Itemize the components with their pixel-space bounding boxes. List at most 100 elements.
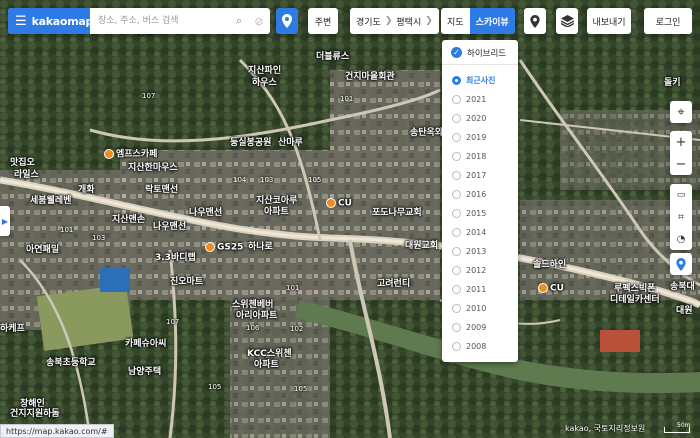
map-label[interactable]: 3.3바디랩 (155, 253, 196, 264)
map-label[interactable]: 솔드하인 (533, 260, 566, 271)
year-label: 2015 (466, 209, 487, 218)
year-option[interactable]: 2017 (442, 166, 518, 185)
search-input[interactable] (90, 8, 230, 34)
map-label[interactable]: 루펙스빅폰 (614, 284, 655, 295)
road-number: 102 (290, 325, 304, 333)
map-label[interactable]: 아파트 (254, 360, 279, 371)
map-label[interactable]: 아파트 (264, 207, 289, 218)
location-button[interactable] (524, 8, 546, 34)
map-label[interactable]: 둥실봉공원 (230, 138, 271, 149)
map-label[interactable]: 나우맨선 (189, 208, 222, 219)
hybrid-toggle[interactable]: ✓ 하이브리드 (442, 45, 518, 65)
year-option[interactable]: 2012 (442, 261, 518, 280)
map-label[interactable]: 개화 (78, 185, 95, 196)
map-label[interactable]: 포도나무교회 (372, 208, 422, 219)
map-label[interactable]: 하나로 (248, 242, 273, 253)
radius-icon[interactable]: ◔ (670, 228, 692, 250)
hamburger-icon[interactable]: ☰ (15, 15, 27, 28)
breadcrumb-city[interactable]: 평택시 (396, 15, 421, 28)
year-label: 2017 (466, 171, 487, 180)
year-label: 2019 (466, 133, 487, 142)
map-label[interactable]: 돌키 (664, 78, 681, 89)
radio-icon (452, 209, 461, 218)
map-label[interactable]: 스위첸베버 (232, 300, 273, 311)
map-label[interactable]: 맛집오 (10, 158, 35, 169)
year-option[interactable]: 2015 (442, 204, 518, 223)
year-option[interactable]: 2016 (442, 185, 518, 204)
year-option[interactable]: 2011 (442, 280, 518, 299)
tab-skyview[interactable]: 스카이뷰 (469, 8, 515, 34)
clear-icon[interactable]: ⊘ (248, 15, 270, 28)
map-label-text: 엠프스카페 (116, 149, 158, 160)
year-option[interactable]: 2008 (442, 337, 518, 356)
map-label[interactable]: 대원 (676, 306, 693, 317)
map-label[interactable]: CU (538, 283, 564, 295)
ruler-icon[interactable]: ▭ (670, 184, 692, 206)
map-label[interactable]: 지산맨손 (112, 215, 145, 226)
map-label[interactable]: 지산코아루 (256, 196, 297, 207)
nearby-button[interactable]: 주변 (308, 8, 338, 34)
map-label[interactable]: 락토맨선 (145, 185, 178, 196)
my-location-icon[interactable]: ⌖ (670, 101, 692, 123)
map-label[interactable]: 고려런티 (377, 279, 410, 290)
brand-menu[interactable]: ☰ kakaomap (8, 8, 93, 34)
radio-icon (452, 285, 461, 294)
map-label[interactable]: 지산파인 (248, 66, 281, 77)
map-label[interactable]: 송탄옥와 (410, 128, 443, 139)
map-label[interactable]: 송북대 (670, 282, 695, 293)
map-label[interactable]: 세붐웰레벤 (30, 196, 71, 207)
map-label[interactable]: CU (326, 198, 352, 210)
map-label[interactable]: 라일스 (14, 170, 39, 181)
map-label[interactable]: 카페슈아씨 (125, 339, 166, 350)
map-label[interactable]: 송북초등학교 (46, 358, 96, 369)
map-label[interactable]: 나우맨선 (153, 222, 186, 233)
pin-button[interactable] (276, 8, 298, 34)
chevron-right-icon: ▶ (1, 216, 9, 226)
map-label[interactable]: 아연패밀 (26, 245, 59, 256)
year-option[interactable]: 2019 (442, 128, 518, 147)
map-label[interactable]: GS25 (205, 242, 243, 254)
zoom-control: + − (670, 131, 692, 175)
map-label[interactable]: 아리아파트 (236, 311, 277, 322)
year-option[interactable]: 2020 (442, 109, 518, 128)
year-option[interactable]: 2014 (442, 223, 518, 242)
roadview-icon[interactable] (670, 253, 692, 275)
year-option[interactable]: 최근사진 (442, 71, 518, 90)
road-number: 105 (308, 176, 322, 184)
map-label[interactable]: 산마루 (278, 138, 303, 149)
year-option[interactable]: 2021 (442, 90, 518, 109)
year-option[interactable]: 2013 (442, 242, 518, 261)
radio-icon (452, 114, 461, 123)
map-label[interactable]: 엠프스카페 (104, 149, 157, 161)
skyview-map[interactable]: 송탄역 더블류스 지산파인 하우스 건지마을회관 둥실봉공원 산마루 송탄옥와 … (0, 0, 700, 438)
year-label: 2018 (466, 152, 487, 161)
satellite-imagery (0, 0, 700, 438)
map-label[interactable]: 남양주택 (128, 367, 161, 378)
map-label[interactable]: 하케프 (0, 324, 25, 335)
map-label[interactable]: 건지마을회관 (345, 72, 395, 83)
map-label[interactable]: 더블류스 (316, 52, 349, 63)
panel-toggle[interactable]: ▶ (0, 206, 10, 236)
map-label[interactable]: 지산한마우스 (128, 163, 178, 174)
year-option[interactable]: 2010 (442, 299, 518, 318)
plus-icon[interactable]: + (670, 131, 692, 153)
map-label[interactable]: KCC스위첸 (247, 349, 292, 360)
map-label[interactable]: 하우스 (252, 78, 277, 89)
map-label[interactable]: 디테일카센터 (610, 295, 660, 306)
map-label[interactable]: 대원교회 (405, 241, 438, 252)
layers-button[interactable] (556, 8, 578, 34)
search-icon[interactable]: ⌕ (230, 14, 248, 28)
check-icon: ✓ (451, 47, 462, 58)
export-button[interactable]: 내보내기 (587, 8, 631, 34)
area-icon[interactable]: ⌗ (670, 206, 692, 228)
map-label[interactable]: 진오마트 (170, 277, 203, 288)
login-button[interactable]: 로그인 (644, 8, 692, 34)
minus-icon[interactable]: − (670, 153, 692, 175)
breadcrumb-province[interactable]: 경기도 (356, 15, 381, 28)
map-label[interactable]: 건지지원하돔 (10, 409, 60, 420)
hybrid-label: 하이브리드 (467, 48, 507, 59)
tab-map[interactable]: 지도 (441, 8, 470, 34)
year-option[interactable]: 2009 (442, 318, 518, 337)
year-option[interactable]: 2018 (442, 147, 518, 166)
road-number: 101 (286, 284, 300, 292)
